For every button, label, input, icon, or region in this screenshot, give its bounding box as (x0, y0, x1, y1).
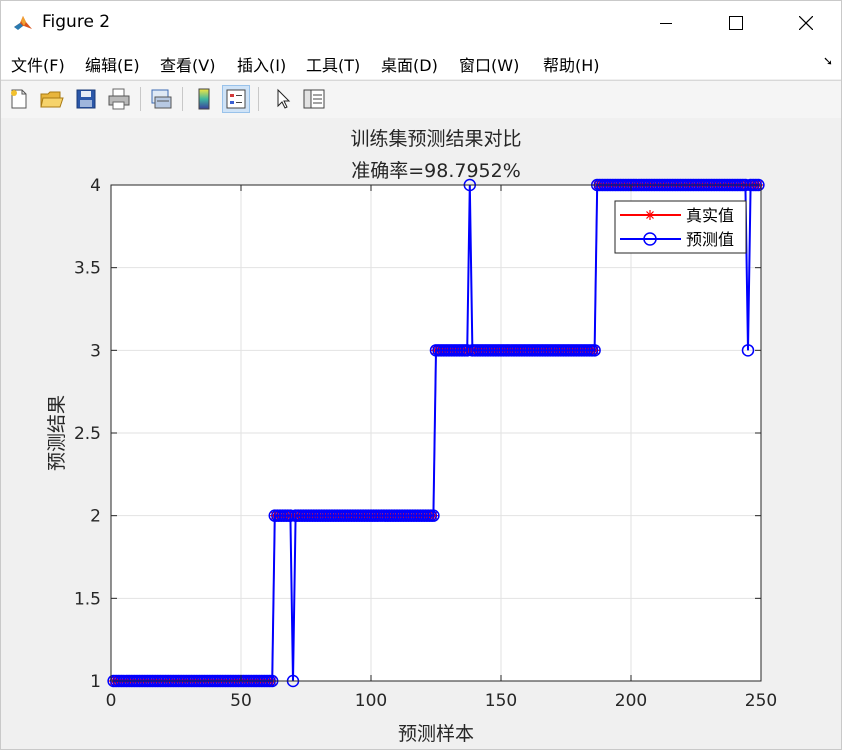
close-icon (799, 16, 813, 30)
save-icon (76, 89, 96, 109)
edit-plot-button[interactable] (268, 85, 296, 113)
toolbar (1, 80, 841, 119)
dock-arrow-icon[interactable]: ➘ (823, 54, 833, 68)
title-bar: Figure 2 (1, 1, 841, 45)
minimize-button[interactable] (643, 1, 689, 45)
menu-insert[interactable]: 插入(I) (237, 52, 286, 76)
new-figure-button[interactable] (5, 85, 33, 113)
maximize-icon (729, 16, 743, 30)
y-tick-label: 4 (90, 176, 101, 196)
legend[interactable]: 真实值 预测值 (614, 200, 747, 254)
print-icon (108, 88, 130, 110)
insert-colorbar-button[interactable] (190, 85, 218, 113)
open-file-icon (40, 91, 64, 108)
menu-window[interactable]: 窗口(W) (459, 52, 519, 76)
property-inspector-button[interactable] (300, 85, 328, 113)
link-plot-icon (151, 89, 172, 109)
legend-true-label: 真实值 (686, 206, 734, 225)
pointer-arrow-icon (277, 88, 291, 109)
window-title: Figure 2 (42, 12, 111, 32)
figure-canvas: 0 50 100 150 200 250 1 1.5 2 2.5 3 3.5 4 训练集预测结果对比 准… (1, 118, 841, 749)
close-button[interactable] (783, 1, 829, 45)
x-axis-label: 预测样本 (398, 723, 474, 745)
menu-edit[interactable]: 编辑(E) (85, 52, 140, 76)
menu-desktop[interactable]: 桌面(D) (381, 52, 438, 76)
y-tick-label: 1 (90, 672, 101, 692)
legend-true-marker (645, 210, 655, 220)
x-tick-label: 50 (230, 691, 252, 711)
save-button[interactable] (72, 85, 100, 113)
toolbar-separator (182, 87, 183, 111)
chart: 0 50 100 150 200 250 1 1.5 2 2.5 3 3.5 4 训练集预测结果对比 准… (46, 128, 777, 745)
x-tick-label: 250 (745, 691, 777, 711)
y-tick-label: 2.5 (74, 424, 101, 444)
x-tick-label: 200 (615, 691, 647, 711)
maximize-button[interactable] (713, 1, 759, 45)
menu-bar: 文件(F) 编辑(E) 查看(V) 插入(I) 工具(T) 桌面(D) 窗口(W… (1, 45, 841, 79)
y-tick-label: 1.5 (74, 589, 101, 609)
y-tick-label: 3.5 (74, 259, 101, 279)
toolbar-separator (140, 87, 141, 111)
menu-help[interactable]: 帮助(H) (543, 52, 600, 76)
menu-view[interactable]: 查看(V) (160, 52, 215, 76)
matlab-logo-icon (13, 13, 33, 33)
link-plot-button[interactable] (147, 85, 175, 113)
chart-subtitle: 准确率=98.7952% (351, 160, 521, 182)
x-tick-label: 150 (485, 691, 517, 711)
insert-legend-button[interactable] (222, 85, 250, 113)
chart-title: 训练集预测结果对比 (350, 128, 521, 150)
y-tick-label: 2 (90, 507, 101, 527)
menu-file[interactable]: 文件(F) (11, 52, 65, 76)
figure-window: Figure 2 文件(F) 编辑(E) 查看(V) 插入(I) 工具(T) 桌… (0, 0, 842, 750)
minimize-icon (660, 23, 672, 24)
open-file-button[interactable] (38, 85, 66, 113)
new-figure-icon (11, 89, 27, 109)
x-tick-label: 100 (355, 691, 387, 711)
y-axis-label: 预测结果 (46, 395, 68, 471)
y-tick-label: 3 (90, 341, 101, 361)
x-tick-label: 0 (106, 691, 117, 711)
property-inspector-icon (303, 89, 325, 109)
legend-icon (226, 89, 246, 109)
print-button[interactable] (105, 85, 133, 113)
legend-star (645, 210, 655, 220)
legend-pred-label: 预测值 (686, 230, 734, 249)
colorbar-icon (198, 88, 210, 110)
toolbar-separator (258, 87, 259, 111)
menu-tools[interactable]: 工具(T) (306, 52, 360, 76)
